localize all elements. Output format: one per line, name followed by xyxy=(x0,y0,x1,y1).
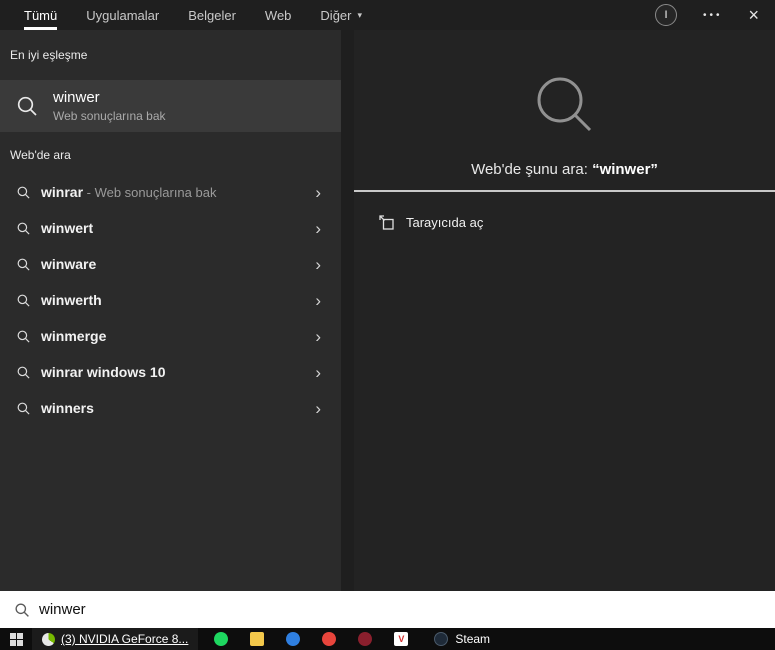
suggestion-label: winrar windows 10 xyxy=(41,364,166,380)
prompt-divider xyxy=(354,190,775,192)
open-external-icon xyxy=(379,214,394,230)
search-suggestion-row[interactable]: winwerth › xyxy=(0,282,341,318)
search-icon xyxy=(15,602,29,617)
search-suggestion-row[interactable]: winwert › xyxy=(0,210,341,246)
tab-web[interactable]: Web xyxy=(265,0,292,30)
tab-apps[interactable]: Uygulamalar xyxy=(86,0,159,30)
tab-more-label: Diğer xyxy=(320,7,352,23)
file-explorer-icon[interactable] xyxy=(250,632,265,646)
user-avatar[interactable]: I xyxy=(654,4,677,26)
search-input[interactable] xyxy=(39,601,775,618)
panel-divider xyxy=(341,30,354,591)
suggestion-label: winware xyxy=(41,256,97,272)
chevron-right-icon[interactable]: › xyxy=(315,364,321,381)
blue-app-icon[interactable] xyxy=(286,632,301,646)
best-match-result[interactable]: winwer Web sonuçlarına bak xyxy=(0,80,341,132)
web-suggestions-list: winrar - Web sonuçlarına bak › winwert › xyxy=(0,174,341,426)
suggestion-label: winners xyxy=(41,400,94,416)
close-icon[interactable]: × xyxy=(748,6,759,24)
chevron-right-icon[interactable]: › xyxy=(315,400,321,417)
nvidia-task-label: (3) NVIDIA GeForce 8... xyxy=(61,632,189,646)
filter-tabs: Tümü Uygulamalar Belgeler Web Diğer ▾ xyxy=(0,0,391,30)
tab-documents[interactable]: Belgeler xyxy=(188,0,236,30)
search-icon xyxy=(17,96,37,116)
search-icon xyxy=(16,185,31,200)
search-icon xyxy=(16,365,31,380)
search-suggestion-row[interactable]: winmerge › xyxy=(0,318,341,354)
search-icon xyxy=(16,401,31,416)
tab-all[interactable]: Tümü xyxy=(24,0,58,30)
search-suggestion-row[interactable]: winware › xyxy=(0,246,341,282)
search-icon xyxy=(16,329,31,344)
chevron-down-icon: ▾ xyxy=(357,9,363,20)
search-suggestion-row[interactable]: winners › xyxy=(0,390,341,426)
best-match-header: En iyi eşleşme xyxy=(10,48,88,62)
search-input-bar xyxy=(0,591,775,628)
open-in-browser-label: Tarayıcıda aç xyxy=(406,214,484,230)
search-icon xyxy=(16,257,31,272)
search-suggestion-row[interactable]: winrar - Web sonuçlarına bak › xyxy=(0,174,341,210)
chevron-right-icon[interactable]: › xyxy=(315,292,321,309)
suggestion-suffix: - Web sonuçlarına bak xyxy=(83,184,217,200)
preview-panel: Web'de şunu ara: “winwer” Tarayıcıda aç xyxy=(354,30,775,591)
search-flyout-tab-bar: Tümü Uygulamalar Belgeler Web Diğer ▾ I … xyxy=(0,0,775,30)
open-in-browser-action[interactable]: Tarayıcıda aç xyxy=(354,210,775,234)
search-flyout: En iyi eşleşme winwer Web sonuçlarına ba… xyxy=(0,30,775,591)
best-match-text: winwer Web sonuçlarına bak xyxy=(53,89,166,123)
more-options-icon[interactable]: ••• xyxy=(703,10,723,21)
search-icon xyxy=(16,293,31,308)
v-app-icon[interactable]: V xyxy=(394,632,409,646)
start-button[interactable] xyxy=(0,628,32,650)
chevron-right-icon[interactable]: › xyxy=(315,256,321,273)
steam-task-label: Steam xyxy=(455,632,491,646)
best-match-subtitle: Web sonuçlarına bak xyxy=(53,109,166,123)
chevron-right-icon[interactable]: › xyxy=(315,328,321,345)
search-icon xyxy=(16,221,31,236)
chevron-right-icon[interactable]: › xyxy=(315,184,321,201)
taskbar: (3) NVIDIA GeForce 8... V Steam xyxy=(0,628,775,650)
suggestion-label: winwert xyxy=(41,220,94,236)
prompt-prefix: Web'de şunu ara: xyxy=(471,161,593,178)
nvidia-geforce-icon xyxy=(42,632,55,646)
suggestion-label: winrar xyxy=(41,184,84,200)
prompt-query: “winwer” xyxy=(592,161,658,178)
steam-icon xyxy=(434,632,449,646)
search-icon-large xyxy=(537,77,591,132)
results-panel: En iyi eşleşme winwer Web sonuçlarına ba… xyxy=(0,30,341,591)
spotify-icon[interactable] xyxy=(214,632,229,646)
search-suggestion-row[interactable]: winrar windows 10 › xyxy=(0,354,341,390)
web-search-header: Web'de ara xyxy=(10,148,71,162)
taskbar-task-nvidia[interactable]: (3) NVIDIA GeForce 8... xyxy=(32,628,199,650)
suggestion-label: winmerge xyxy=(41,328,107,344)
chevron-right-icon[interactable]: › xyxy=(315,220,321,237)
tab-more[interactable]: Diğer ▾ xyxy=(320,0,362,30)
app-glyph: V xyxy=(398,633,405,644)
red-app-icon[interactable] xyxy=(322,632,337,646)
taskbar-task-steam[interactable]: Steam xyxy=(428,628,496,650)
best-match-title: winwer xyxy=(53,89,100,106)
tab-bar-controls: I ••• × xyxy=(654,4,775,26)
web-search-prompt: Web'de şunu ara: “winwer” xyxy=(471,161,658,178)
windows-logo-icon xyxy=(9,632,23,646)
maroon-app-icon[interactable] xyxy=(358,632,373,646)
taskbar-pinned-apps: V xyxy=(214,632,409,646)
suggestion-label: winwerth xyxy=(41,292,102,308)
